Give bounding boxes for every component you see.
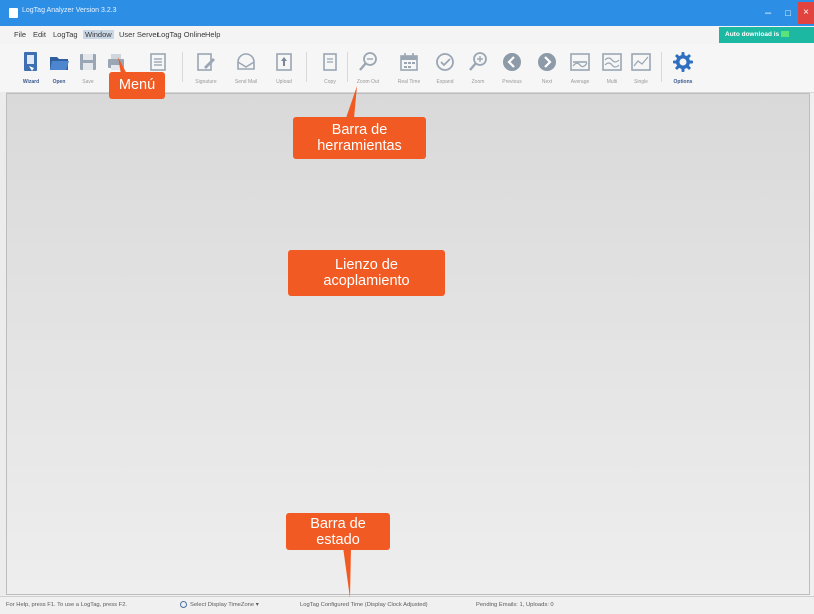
upload-icon [276, 53, 292, 71]
status-callout-line1: Barra de [310, 516, 366, 532]
toolbar-callout: Barra de herramientas [293, 117, 426, 159]
title-bar[interactable]: LogTag Analyzer Version 3.2.3 – □ × [0, 0, 814, 26]
auto-download-label: Auto download is [725, 31, 780, 38]
menu-window[interactable]: Window [83, 30, 114, 39]
auto-download-status-dot [781, 31, 790, 38]
menu-help[interactable]: Help [205, 30, 220, 39]
menu-user-server[interactable]: User Server [119, 30, 159, 39]
toolbar-zoom-out-button[interactable]: Zoom Out [348, 44, 388, 90]
toolbar-separator [306, 52, 307, 82]
average-icon [570, 53, 590, 71]
export-icon [150, 53, 166, 71]
toolbar-separator [661, 52, 662, 82]
docking-canvas[interactable] [6, 93, 810, 595]
previous-icon [503, 53, 521, 71]
single-icon [631, 53, 651, 71]
menu-file[interactable]: File [14, 30, 26, 39]
toolbar-single-button[interactable]: Single [621, 44, 661, 90]
multi-icon [602, 53, 622, 71]
status-help-text: For Help, press F1. To use a LogTag, pre… [6, 602, 128, 608]
window-title: LogTag Analyzer Version 3.2.3 [22, 7, 117, 14]
minimize-button[interactable]: – [760, 6, 776, 20]
toolbar-options-button[interactable]: Options [663, 44, 703, 90]
status-callout-line2: estado [316, 532, 360, 548]
canvas-callout-line2: acoplamiento [323, 273, 410, 289]
menu-edit[interactable]: Edit [33, 30, 46, 39]
zoom-in-icon [469, 52, 487, 71]
signature-icon [197, 53, 215, 71]
toolbar-separator [182, 52, 183, 82]
status-configured-time: LogTag Configured Time (Display Clock Ad… [300, 602, 428, 608]
status-timezone-selector[interactable]: Select Display TimeZone ▾ [190, 602, 259, 608]
status-pending: Pending Emails: 1, Uploads: 0 [476, 602, 554, 608]
menu-bar: File Edit LogTag Window User Server LogT… [0, 26, 814, 44]
app-icon [9, 8, 18, 18]
next-icon [538, 53, 556, 71]
check-circle-icon [436, 53, 454, 71]
close-button[interactable]: × [798, 2, 814, 24]
calendar-icon [400, 53, 418, 71]
menu-logtag-online[interactable]: LogTag Online [157, 30, 205, 39]
status-bar: For Help, press F1. To use a LogTag, pre… [0, 596, 814, 614]
menu-logtag[interactable]: LogTag [53, 30, 78, 39]
auto-download-indicator[interactable]: Auto download is [719, 27, 814, 43]
toolbar-callout-line1: Barra de [331, 122, 388, 138]
toolbar-upload-label: Upload [276, 79, 292, 85]
toolbar-upload-button[interactable]: Upload [264, 44, 304, 90]
canvas-callout: Lienzo de acoplamiento [288, 250, 445, 296]
status-timezone-label: Select Display TimeZone [190, 602, 255, 608]
open-folder-icon [50, 57, 69, 70]
toolbar-callout-line2: herramientas [317, 138, 402, 154]
clock-icon [180, 601, 187, 608]
print-icon [108, 54, 124, 70]
toolbar-options-label: Options [673, 79, 693, 85]
zoom-out-icon [359, 52, 377, 71]
menu-callout-text: Menú [118, 77, 156, 93]
copy-icon [323, 53, 337, 71]
maximize-button[interactable]: □ [780, 6, 796, 20]
send-mail-icon [237, 53, 255, 70]
gear-icon [673, 52, 693, 72]
status-timezone-arrow: ▾ [255, 602, 259, 608]
status-callout: Barra de estado [286, 513, 390, 550]
menu-callout: Menú [109, 72, 165, 99]
canvas-callout-line1: Lienzo de [335, 257, 398, 273]
